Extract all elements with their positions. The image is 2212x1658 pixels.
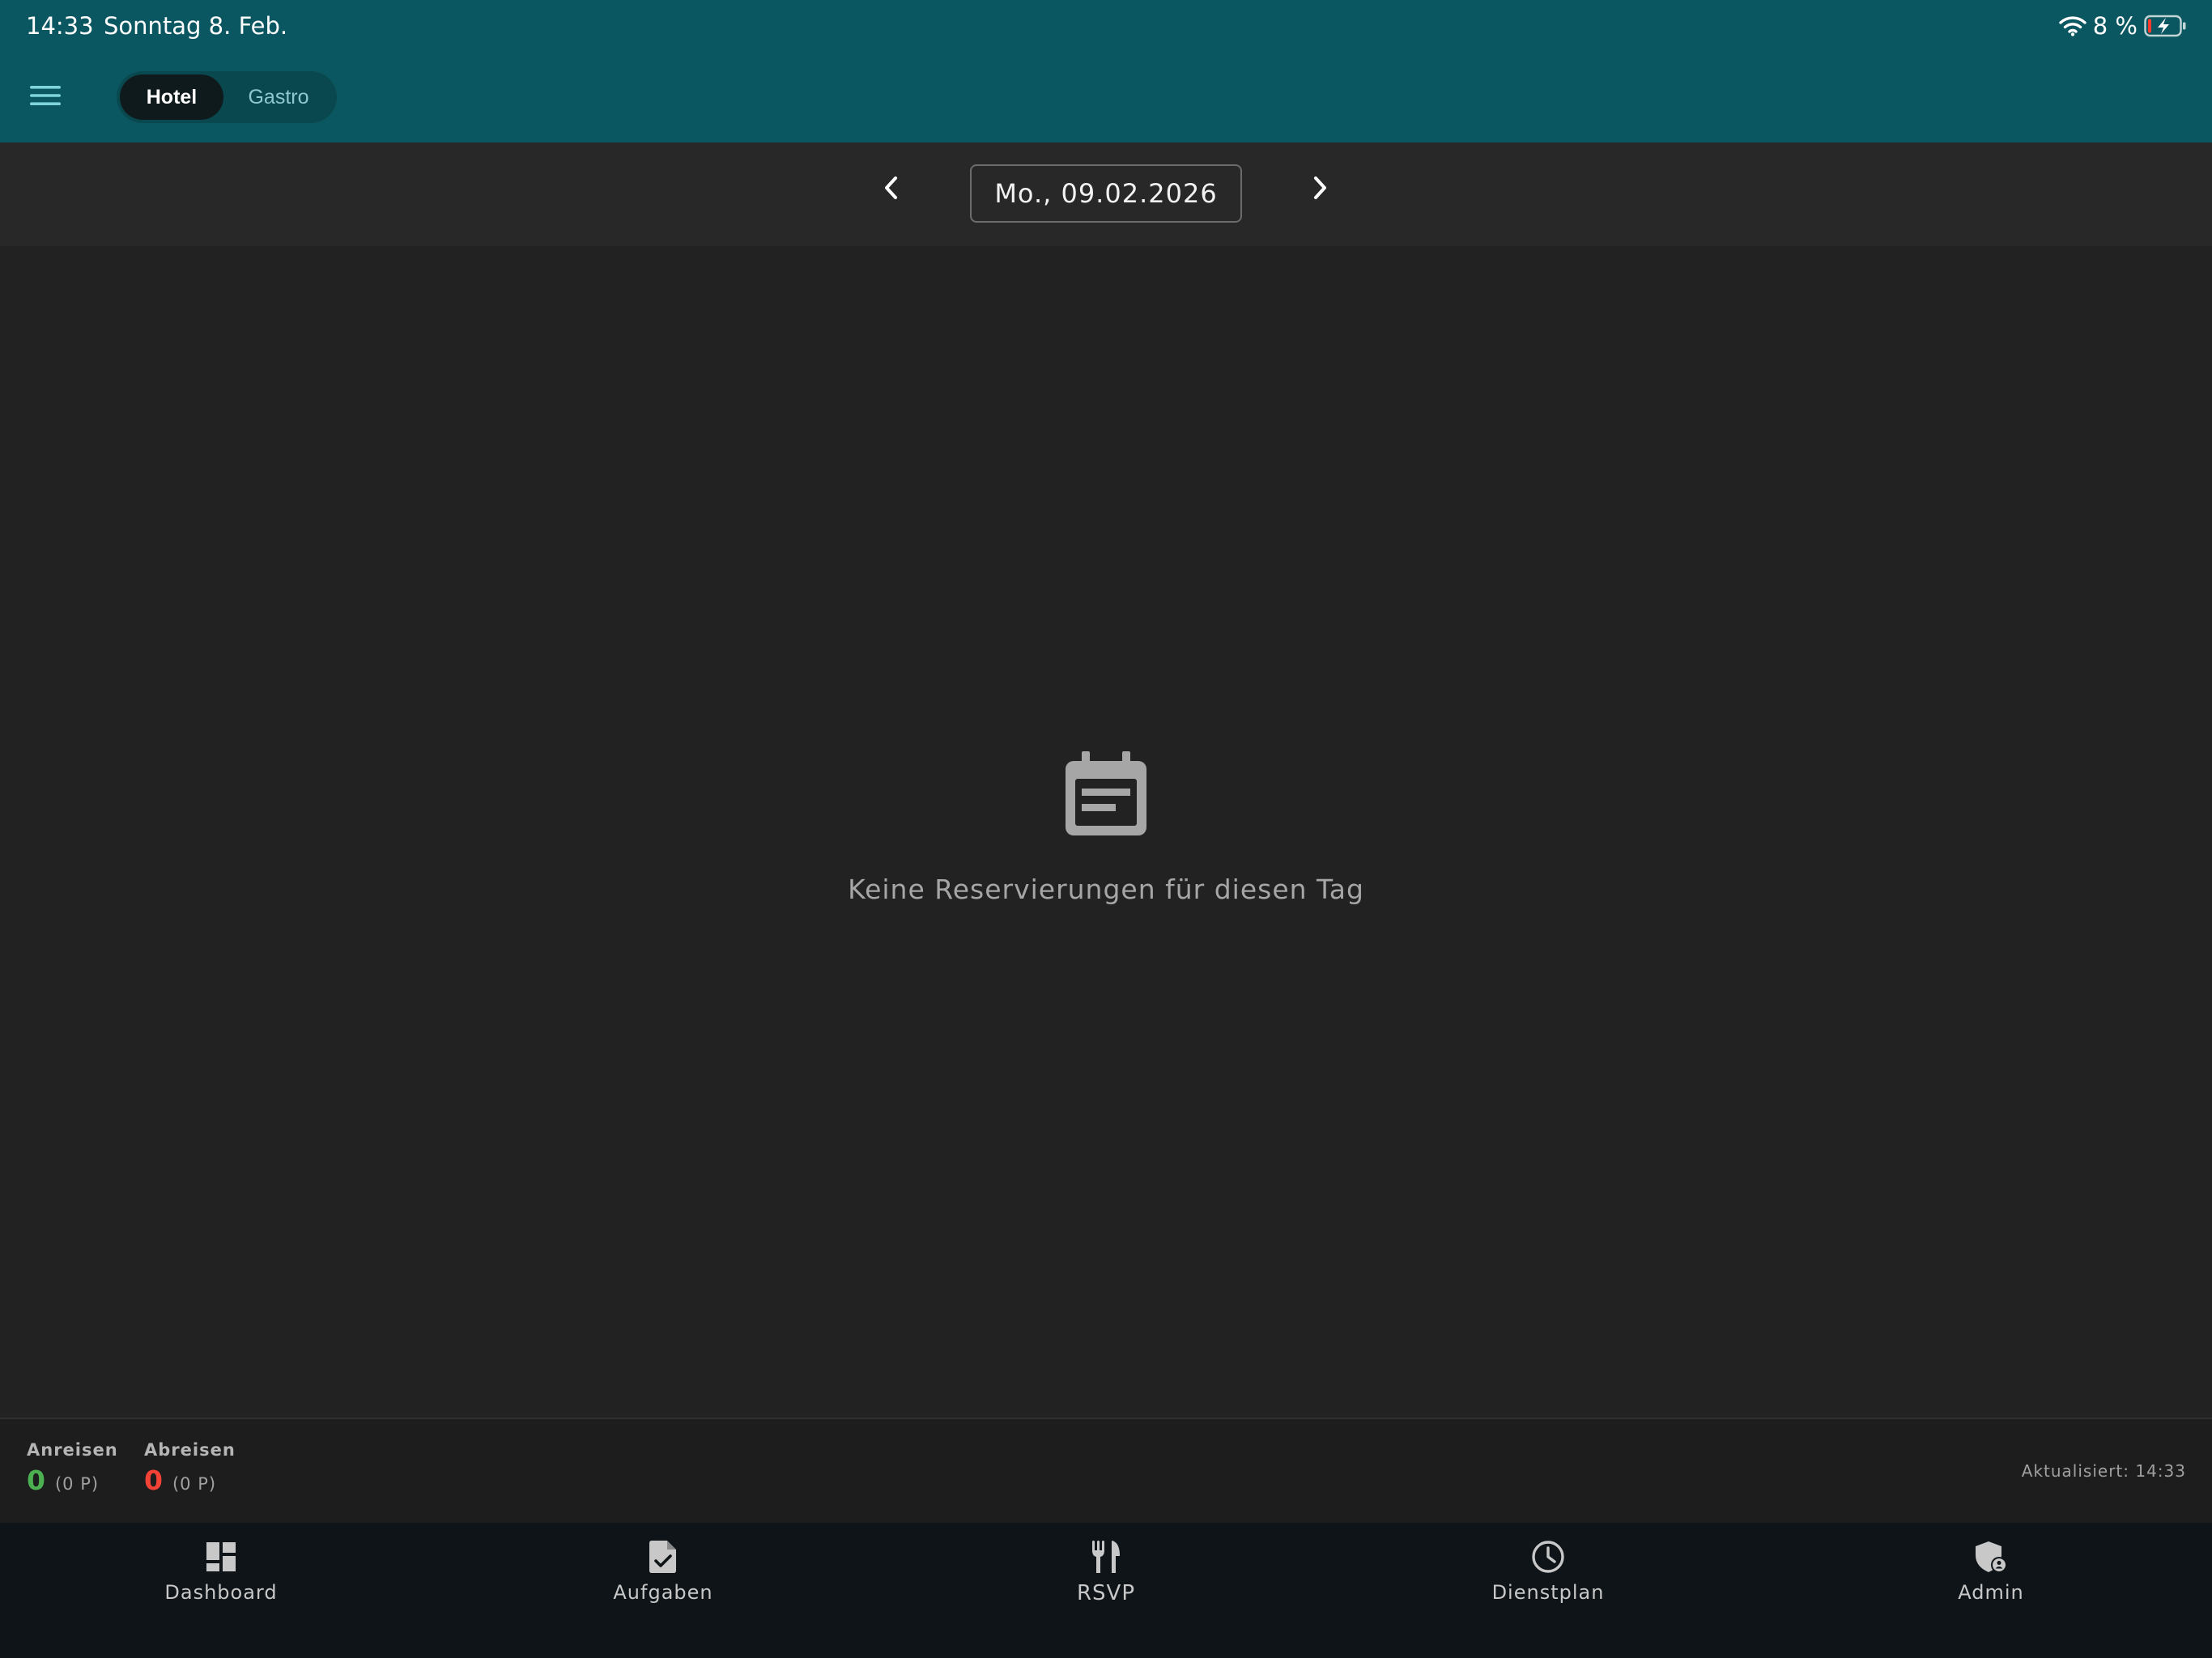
calendar-note-icon — [1064, 745, 1148, 843]
nav-dashboard-label: Dashboard — [164, 1581, 278, 1604]
task-document-icon — [644, 1537, 683, 1576]
wifi-icon — [2059, 15, 2087, 36]
battery-percent: 8 % — [2092, 12, 2138, 40]
segment-hotel[interactable]: Hotel — [120, 74, 223, 120]
bottom-navigation: Dashboard Aufgaben RSVP Dienstplan Admin — [0, 1523, 2212, 1658]
arrivals-stat: Anreisen 0 (0 P) — [27, 1440, 118, 1496]
admin-shield-icon — [1972, 1537, 2010, 1576]
nav-dienstplan[interactable]: Dienstplan — [1427, 1537, 1670, 1604]
arrivals-label: Anreisen — [27, 1440, 118, 1460]
app-header: 14:33 Sonntag 8. Feb. 8 % Hotel Gastro — [0, 0, 2212, 142]
status-time: 14:33 — [26, 12, 94, 40]
nav-dienstplan-label: Dienstplan — [1491, 1581, 1605, 1604]
nav-admin-label: Admin — [1958, 1581, 2024, 1604]
chevron-left-icon — [882, 175, 901, 205]
nav-dashboard[interactable]: Dashboard — [100, 1537, 342, 1604]
departures-persons: (0 P) — [172, 1474, 217, 1494]
status-date: Sonntag 8. Feb. — [104, 12, 288, 40]
hotel-gastro-toggle: Hotel Gastro — [117, 71, 337, 123]
dashboard-icon — [202, 1537, 240, 1576]
chevron-right-icon — [1310, 175, 1329, 205]
arrivals-count: 0 — [27, 1465, 45, 1496]
fork-knife-icon — [1087, 1537, 1125, 1576]
empty-state-message: Keine Reservierungen für diesen Tag — [848, 874, 1364, 905]
arrivals-persons: (0 P) — [54, 1474, 100, 1494]
nav-rsvp-label: RSVP — [1076, 1581, 1136, 1605]
nav-rsvp[interactable]: RSVP — [985, 1537, 1227, 1605]
summary-strip: Anreisen 0 (0 P) Abreisen 0 (0 P) Aktual… — [0, 1418, 2212, 1523]
nav-aufgaben[interactable]: Aufgaben — [542, 1537, 785, 1604]
departures-count: 0 — [144, 1465, 163, 1496]
date-navigation-bar: Mo., 09.02.2026 — [0, 142, 2212, 246]
menu-button[interactable] — [24, 78, 66, 117]
next-day-button[interactable] — [1297, 167, 1342, 212]
hamburger-menu-icon — [30, 84, 61, 111]
previous-day-button[interactable] — [869, 167, 914, 212]
departures-label: Abreisen — [144, 1440, 236, 1460]
status-indicators: 8 % — [2059, 10, 2188, 42]
nav-aufgaben-label: Aufgaben — [613, 1581, 713, 1604]
clock-icon — [1529, 1537, 1568, 1576]
segment-gastro[interactable]: Gastro — [223, 74, 334, 120]
empty-state: Keine Reservierungen für diesen Tag — [0, 745, 2212, 905]
last-updated-text: Aktualisiert: 14:33 — [2021, 1461, 2186, 1481]
departures-stat: Abreisen 0 (0 P) — [144, 1440, 236, 1496]
nav-admin[interactable]: Admin — [1870, 1537, 2112, 1604]
battery-charging-icon — [2144, 15, 2188, 37]
date-picker-button[interactable]: Mo., 09.02.2026 — [970, 164, 1242, 223]
